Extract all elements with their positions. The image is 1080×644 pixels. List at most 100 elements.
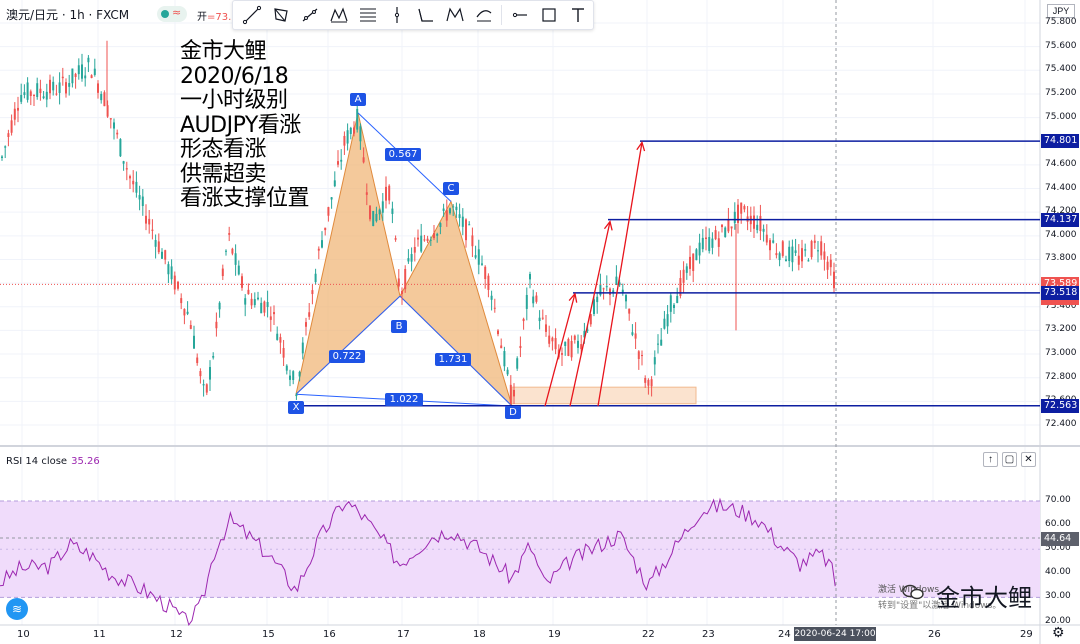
- candle-body: [189, 325, 192, 329]
- candle-body: [410, 254, 413, 262]
- maximize-icon[interactable]: ▢: [1002, 452, 1017, 467]
- candle-body: [349, 127, 352, 134]
- candle-body: [20, 94, 23, 102]
- candle-body: [701, 237, 704, 250]
- candle-body: [308, 312, 311, 317]
- candle-body: [778, 253, 781, 261]
- toolbar-separator: [501, 5, 502, 25]
- candle-body: [477, 249, 480, 265]
- pitchfork-icon[interactable]: [266, 2, 295, 28]
- candle-body: [97, 83, 99, 93]
- candle-body: [538, 317, 541, 322]
- candle-body: [193, 335, 195, 349]
- rsi-name: RSI 14 close: [6, 456, 68, 467]
- date-tick-label: 11: [93, 629, 106, 640]
- candle-body: [666, 314, 669, 327]
- currency-label[interactable]: JPY: [1047, 4, 1075, 18]
- candle-body: [241, 276, 243, 288]
- price-tick-label: 75.000: [1045, 111, 1077, 122]
- candle-body: [673, 304, 675, 309]
- fib-retracement-icon[interactable]: [295, 2, 324, 28]
- rectangle-icon[interactable]: [534, 2, 563, 28]
- pattern-icon[interactable]: [324, 2, 353, 28]
- date-tick-label: 15: [262, 629, 275, 640]
- candle-body: [820, 241, 823, 256]
- candle-body: [212, 356, 215, 358]
- wave-icon: ≈: [172, 6, 182, 19]
- candle-body: [692, 253, 695, 272]
- candle-body: [519, 345, 522, 349]
- candle-body: [305, 322, 307, 327]
- candle-body: [503, 351, 506, 367]
- candle-body: [225, 250, 227, 252]
- gear-icon[interactable]: ⚙: [1052, 624, 1065, 641]
- drawing-toolbar: [232, 0, 594, 30]
- candle-body: [365, 192, 368, 195]
- vertical-line-icon[interactable]: [382, 2, 411, 28]
- candle-body: [525, 294, 528, 309]
- annotation-line: 金市大鲤: [180, 39, 267, 64]
- candle-body: [772, 240, 775, 243]
- candle-body: [93, 68, 96, 75]
- candle-body: [33, 95, 35, 97]
- candle-body: [474, 255, 477, 258]
- candle-body: [157, 241, 160, 253]
- candle-body: [87, 57, 90, 63]
- candle-body: [266, 302, 269, 308]
- candle-body: [596, 296, 599, 303]
- candle-body: [829, 259, 832, 268]
- candle-body: [628, 308, 631, 314]
- candle-body: [234, 253, 237, 265]
- candle-body: [381, 201, 384, 213]
- fib-fan-icon[interactable]: [353, 2, 382, 28]
- candle-body: [49, 79, 51, 94]
- candle-body: [765, 234, 768, 243]
- candle-body: [173, 275, 176, 290]
- point-c-label[interactable]: C: [443, 182, 459, 195]
- candle-body: [330, 197, 333, 200]
- horizontal-ray-icon[interactable]: [505, 2, 534, 28]
- candle-body: [109, 118, 112, 120]
- candle-body: [631, 332, 634, 335]
- text-icon[interactable]: [563, 2, 592, 28]
- candle-body: [551, 337, 554, 342]
- market-status-pill[interactable]: ≈: [157, 6, 187, 22]
- triangle-icon[interactable]: [411, 2, 440, 28]
- annotation-line: 一小时级别: [180, 88, 288, 113]
- trend-line-icon[interactable]: [237, 2, 266, 28]
- point-x-label[interactable]: X: [288, 401, 304, 414]
- candle-body: [733, 211, 736, 224]
- tradingview-logo-icon[interactable]: ≋: [6, 598, 28, 620]
- close-icon[interactable]: ✕: [1021, 452, 1036, 467]
- candle-body: [77, 65, 80, 75]
- candle-body: [311, 290, 314, 295]
- chart-canvas[interactable]: [0, 0, 1080, 644]
- analysis-annotation[interactable]: 金市大鲤 2020/6/18 一小时级别 AUDJPY看涨 形态看涨 供需超卖 …: [180, 39, 310, 212]
- candle-body: [372, 211, 375, 227]
- point-d-label[interactable]: D: [505, 406, 521, 419]
- candle-body: [602, 288, 605, 290]
- date-tick-label: 23: [702, 629, 715, 640]
- candle-body: [743, 206, 746, 210]
- candle-body: [385, 186, 387, 201]
- rsi-tick-label: 30.00: [1045, 591, 1071, 602]
- price-tick-label: 72.400: [1045, 419, 1077, 429]
- move-up-icon[interactable]: ↑: [983, 452, 998, 467]
- path-icon[interactable]: [469, 2, 498, 28]
- candle-body: [231, 248, 234, 254]
- candle-body: [394, 238, 397, 240]
- candle-body: [7, 133, 10, 137]
- candle-body: [228, 233, 231, 235]
- candle-body: [753, 215, 755, 229]
- date-tick-label: 16: [323, 629, 336, 640]
- candle-body: [573, 335, 576, 340]
- point-b-label[interactable]: B: [391, 320, 407, 333]
- candle-body: [199, 371, 202, 377]
- point-a-label[interactable]: A: [350, 93, 366, 106]
- candle-body: [564, 341, 567, 347]
- candle-body: [58, 82, 61, 93]
- candle-body: [55, 93, 58, 95]
- xabcd-icon[interactable]: [440, 2, 469, 28]
- candle-body: [71, 68, 74, 84]
- candle-body: [103, 92, 106, 107]
